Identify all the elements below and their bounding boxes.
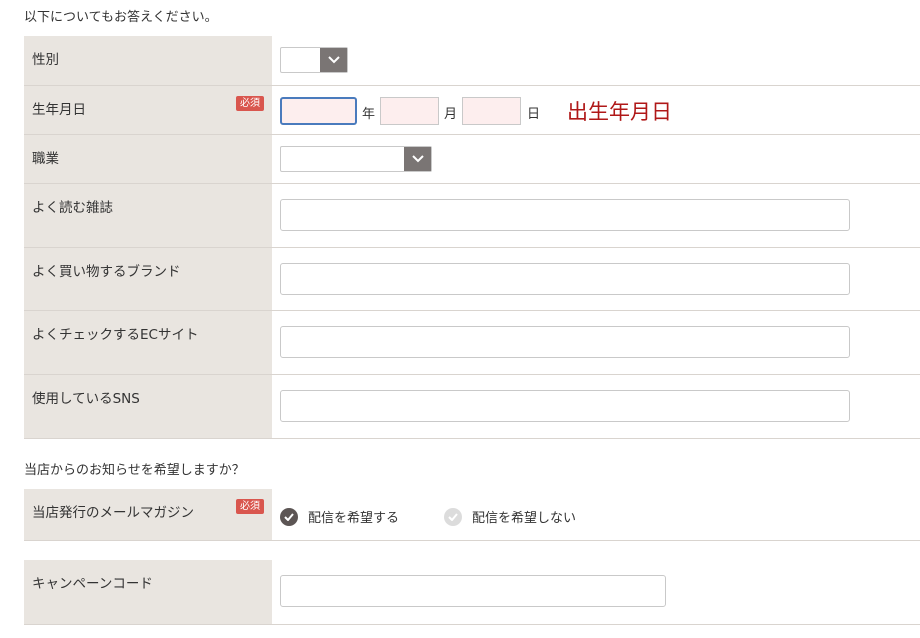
brands-input[interactable] [280, 262, 850, 295]
birth-month-input[interactable] [380, 96, 439, 125]
ec-sites-input[interactable] [280, 325, 850, 358]
magazines-label-cell: よく読む雑誌 [24, 183, 272, 248]
campaign-form: キャンペーンコード [24, 560, 920, 625]
sns-label: 使用しているSNS [32, 390, 140, 407]
birthdate-annotation: 出生年月日 [567, 99, 672, 124]
birth-day-input[interactable] [462, 96, 521, 125]
notify-text: 当店からのお知らせを希望しますか？ [24, 463, 245, 478]
brands-label: よく買い物するブランド [32, 263, 181, 280]
campaign-code-label: キャンペーンコード [32, 576, 153, 592]
birth-year-input[interactable] [280, 96, 357, 125]
check-icon [444, 507, 462, 526]
birthdate-label-cell: 生年月日 必須 [24, 85, 272, 135]
notification-form: 当店発行のメールマガジン 必須 配信を希望する 配信を希望しない [24, 489, 920, 541]
required-badge: 必須 [236, 499, 264, 514]
occupation-label: 職業 [32, 150, 59, 167]
sns-label-cell: 使用しているSNS [24, 374, 272, 439]
intro-text: 以下についてもお答えください。 [24, 10, 218, 25]
magazines-label: よく読む雑誌 [32, 199, 113, 216]
campaign-code-input[interactable] [280, 575, 666, 607]
year-unit: 年 [362, 106, 376, 122]
unsubscribe-radio[interactable]: 配信を希望しない [444, 507, 576, 526]
subscribe-label: 配信を希望する [308, 511, 400, 526]
magazines-input[interactable] [280, 198, 850, 231]
campaign-code-label-cell: キャンペーンコード [24, 560, 272, 625]
gender-label: 性別 [32, 52, 59, 68]
occupation-select[interactable] [280, 145, 432, 172]
occupation-label-cell: 職業 [24, 134, 272, 184]
day-unit: 日 [527, 106, 541, 122]
profile-form: 性別 生年月日 必須 年 月 日 出生年月日 職業 よく読む雑誌 よく買い物する… [24, 36, 920, 439]
gender-select[interactable] [280, 47, 348, 73]
month-unit: 月 [444, 106, 458, 122]
chevron-down-icon [320, 48, 347, 72]
unsubscribe-label: 配信を希望しない [472, 511, 577, 526]
mail-magazine-label-cell: 当店発行のメールマガジン 必須 [24, 489, 272, 541]
subscribe-radio[interactable]: 配信を希望する [280, 507, 399, 526]
gender-label-cell: 性別 [24, 36, 272, 86]
ec-sites-label: よくチェックするECサイト [32, 326, 199, 343]
chevron-down-icon [404, 146, 431, 171]
brands-label-cell: よく買い物するブランド [24, 247, 272, 311]
required-badge: 必須 [236, 95, 264, 111]
birthdate-label: 生年月日 [32, 101, 86, 118]
sns-input[interactable] [280, 389, 850, 422]
mail-magazine-label: 当店発行のメールマガジン [32, 505, 194, 521]
ec-sites-label-cell: よくチェックするECサイト [24, 310, 272, 375]
check-icon [280, 507, 298, 526]
